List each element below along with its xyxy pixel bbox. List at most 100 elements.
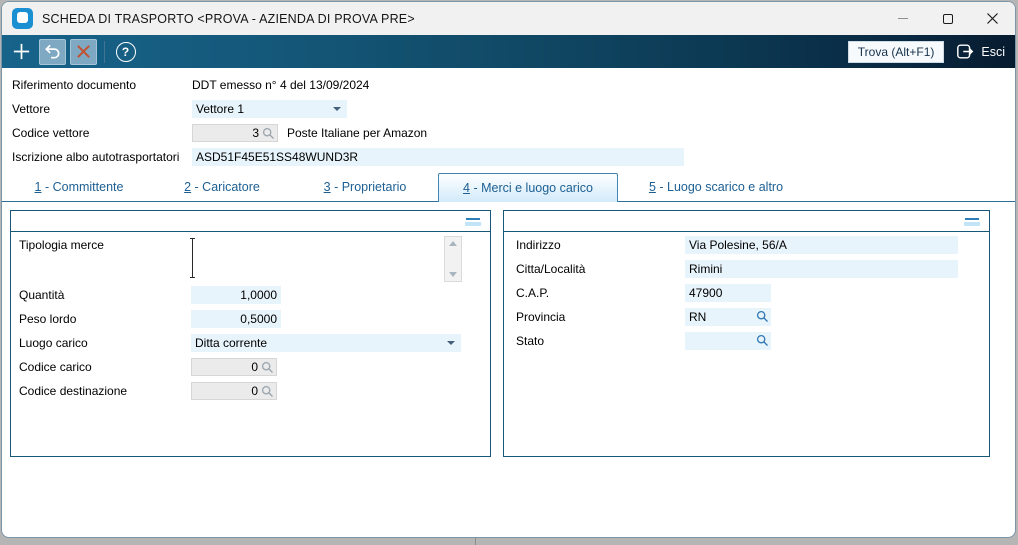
row-cap: C.A.P. 47900	[508, 284, 983, 302]
peso-lordo-input[interactable]: 0,5000	[191, 310, 281, 328]
provincia-value: RN	[689, 310, 707, 324]
indirizzo-input[interactable]: Via Polesine, 56/A	[685, 236, 958, 254]
tab-merci-e-luogo-carico[interactable]: 4 - Merci e luogo carico	[438, 173, 618, 202]
textarea-scrollbar[interactable]	[444, 236, 462, 282]
trova-button[interactable]: Trova (Alt+F1)	[847, 40, 945, 63]
peso-lordo-value: 0,5000	[240, 312, 277, 326]
search-icon[interactable]	[261, 385, 274, 398]
esci-button[interactable]: Esci	[956, 42, 1005, 61]
tab-label: - Luogo scarico e altro	[655, 179, 784, 194]
row-indirizzo: Indirizzo Via Polesine, 56/A	[508, 236, 983, 254]
luogo-carico-panel-header	[504, 211, 989, 232]
tab-label: - Merci e luogo carico	[469, 181, 593, 195]
codice-vettore-description: Poste Italiane per Amazon	[287, 126, 428, 140]
scroll-down-icon[interactable]	[449, 272, 457, 277]
desktop-background	[0, 538, 1018, 545]
tipologia-merce-textarea[interactable]	[190, 236, 444, 282]
chevron-down-icon	[447, 341, 455, 345]
maximize-button[interactable]	[925, 2, 970, 35]
codice-destinazione-value: 0	[251, 384, 258, 398]
app-logo-icon	[12, 8, 33, 29]
close-icon	[987, 13, 998, 24]
tab-accel: 5	[648, 179, 656, 194]
undo-button[interactable]	[39, 38, 66, 65]
maximize-icon	[942, 13, 953, 24]
new-record-button[interactable]	[8, 39, 35, 65]
peso-lordo-label: Peso lordo	[19, 312, 77, 326]
delete-button[interactable]	[70, 38, 97, 65]
tab-committente[interactable]: 1 - Committente	[6, 172, 152, 201]
riferimento-value: DDT emesso n° 4 del 13/09/2024	[192, 78, 370, 92]
row-vettore: Vettore Vettore 1	[12, 100, 1015, 118]
tab-accel: 3	[323, 179, 331, 194]
help-button[interactable]: ?	[112, 39, 139, 65]
quantita-label: Quantità	[19, 288, 65, 302]
cap-value: 47900	[689, 286, 723, 300]
close-button[interactable]	[970, 2, 1015, 35]
tab-bar: 1 - Committente 2 - Caricatore 3 - Propr…	[2, 172, 1015, 202]
iscrizione-value: ASD51F45E51SS48WUND3R	[196, 150, 359, 164]
row-tipologia-merce: Tipologia merce	[15, 236, 484, 282]
codice-destinazione-input[interactable]: 0	[191, 382, 277, 400]
chevron-down-icon	[333, 107, 341, 111]
tab-accel: 4	[463, 181, 470, 195]
tab-label: - Proprietario	[330, 179, 407, 194]
search-icon[interactable]	[756, 310, 769, 323]
stato-input[interactable]	[685, 332, 771, 350]
row-citta-localita: Citta/Località Rimini	[508, 260, 983, 278]
tab-caricatore[interactable]: 2 - Caricatore	[152, 172, 292, 201]
row-peso-lordo: Peso lordo 0,5000	[15, 310, 484, 328]
row-provincia: Provincia RN	[508, 308, 983, 326]
riferimento-label: Riferimento documento	[12, 78, 137, 92]
vettore-label: Vettore	[12, 102, 51, 116]
luogo-carico-panel: Indirizzo Via Polesine, 56/A Citta/Local…	[503, 210, 990, 457]
codice-carico-input[interactable]: 0	[191, 358, 277, 376]
merci-panel: Tipologia merce Quantità 1,0000 Peso lor…	[10, 210, 491, 457]
cap-input[interactable]: 47900	[685, 284, 771, 302]
iscrizione-input[interactable]: ASD51F45E51SS48WUND3R	[192, 148, 684, 166]
collapse-panel-icon[interactable]	[964, 217, 980, 226]
quantita-input[interactable]: 1,0000	[191, 286, 281, 304]
tab-proprietario[interactable]: 3 - Proprietario	[292, 172, 438, 201]
text-caret	[190, 238, 195, 278]
cap-label: C.A.P.	[516, 286, 550, 300]
row-codice-vettore: Codice vettore 3 Poste Italiane per Amaz…	[12, 124, 1015, 142]
codice-carico-value: 0	[251, 360, 258, 374]
luogo-carico-select[interactable]: Ditta corrente	[191, 334, 461, 352]
minimize-icon	[897, 18, 908, 19]
toolbar-separator	[104, 40, 105, 63]
row-stato: Stato	[508, 332, 983, 350]
collapse-panel-icon[interactable]	[465, 217, 481, 226]
search-icon[interactable]	[756, 334, 769, 347]
codice-vettore-input[interactable]: 3	[192, 124, 278, 142]
header-form: Riferimento documento DDT emesso n° 4 de…	[2, 68, 1015, 166]
undo-icon	[45, 44, 60, 59]
app-window: SCHEDA DI TRASPORTO <PROVA - AZIENDA DI …	[1, 1, 1016, 538]
minimize-button[interactable]	[880, 2, 925, 35]
delete-x-icon	[77, 45, 90, 58]
titlebar: SCHEDA DI TRASPORTO <PROVA - AZIENDA DI …	[2, 2, 1015, 35]
tab-label: - Committente	[41, 179, 124, 194]
provincia-input[interactable]: RN	[685, 308, 771, 326]
scroll-up-icon[interactable]	[449, 241, 457, 246]
provincia-label: Provincia	[516, 310, 566, 324]
toolbar: ? Trova (Alt+F1) Esci	[2, 35, 1015, 68]
codice-vettore-value: 3	[252, 126, 259, 140]
citta-input[interactable]: Rimini	[685, 260, 958, 278]
search-icon[interactable]	[261, 361, 274, 374]
codice-destinazione-label: Codice destinazione	[19, 384, 128, 398]
tipologia-merce-label: Tipologia merce	[19, 238, 104, 252]
search-icon[interactable]	[262, 127, 275, 140]
tab-luogo-scarico-e-altro[interactable]: 5 - Luogo scarico e altro	[618, 172, 814, 201]
codice-carico-label: Codice carico	[19, 360, 92, 374]
luogo-carico-value: Ditta corrente	[195, 336, 268, 350]
background-divider	[475, 538, 476, 545]
row-riferimento-documento: Riferimento documento DDT emesso n° 4 de…	[12, 76, 1015, 94]
tab-content: Tipologia merce Quantità 1,0000 Peso lor…	[2, 202, 1015, 465]
row-codice-carico: Codice carico 0	[15, 358, 484, 376]
row-luogo-carico: Luogo carico Ditta corrente	[15, 334, 484, 352]
citta-value: Rimini	[689, 262, 723, 276]
luogo-carico-label: Luogo carico	[19, 336, 88, 350]
vettore-select[interactable]: Vettore 1	[192, 100, 347, 118]
row-quantita: Quantità 1,0000	[15, 286, 484, 304]
